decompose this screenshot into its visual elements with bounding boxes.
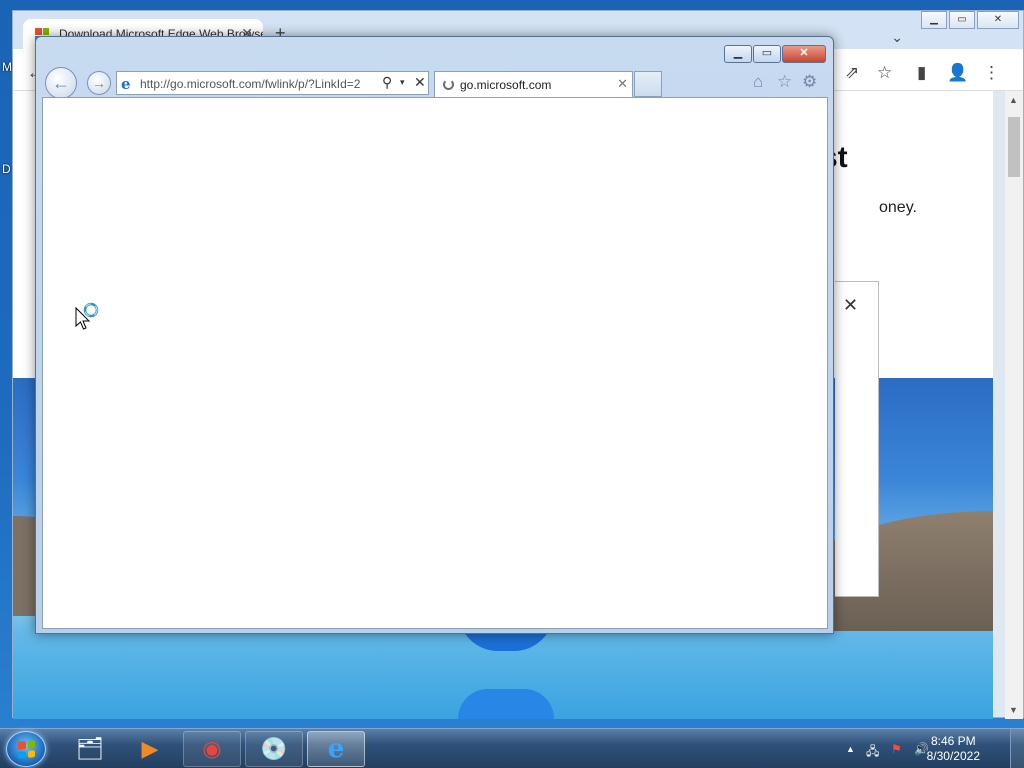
ie-maximize-button[interactable]: ▭ — [753, 45, 781, 63]
scroll-up-icon[interactable]: ▲ — [1009, 95, 1018, 105]
ms-logo-red — [35, 28, 42, 35]
taskbar: 🗂 ▶ ◉ 💿 e ▲ 🖧 ⚑ 🔊 8:46 PM 8/30/2022 — [0, 728, 1024, 768]
ie-close-button[interactable]: ✕ — [782, 45, 826, 63]
ie-caption-buttons: ▁ ▭ ✕ — [723, 45, 826, 63]
chrome-close-button[interactable]: ✕ — [977, 11, 1019, 29]
chrome-icon: ◉ — [202, 736, 222, 761]
bookmark-star-icon[interactable]: ☆ — [877, 63, 892, 83]
taskbar-explorer-button[interactable]: 🗂 — [61, 731, 119, 767]
taskbar-chrome-button[interactable]: ◉ — [183, 731, 241, 767]
clock-date: 8/30/2022 — [926, 749, 980, 763]
busy-cursor-icon — [75, 302, 99, 330]
flag-green — [27, 740, 35, 749]
share-icon[interactable]: ⇗ — [845, 63, 859, 83]
ie-forward-button[interactable]: → — [87, 71, 111, 95]
chrome-tab-search-icon[interactable]: ⌄ — [891, 29, 903, 46]
desktop-label: M — [2, 60, 12, 74]
show-hidden-icons-arrow-icon[interactable]: ▲ — [846, 744, 855, 754]
ie-new-tab-button[interactable] — [634, 71, 662, 97]
side-panel-icon[interactable]: ▮ — [917, 63, 926, 83]
windows-flag-icon — [18, 740, 35, 759]
chrome-maximize-button[interactable]: ▭ — [949, 11, 975, 29]
ms-logo-green — [42, 28, 49, 35]
ie-tab-title: go.microsoft.com — [460, 78, 552, 92]
internet-explorer-icon: e — [327, 734, 345, 764]
tools-gear-icon[interactable]: ⚙ — [802, 72, 817, 92]
ie-address-url[interactable]: http://go.microsoft.com/fwlink/p/?LinkId… — [140, 77, 380, 91]
flag-blue — [18, 750, 26, 759]
page-dialog — [835, 281, 879, 597]
network-icon[interactable]: 🖧 — [866, 742, 879, 763]
home-icon[interactable]: ⌂ — [753, 72, 763, 92]
ie-page-content — [42, 97, 828, 629]
profile-avatar-icon[interactable]: 👤 — [947, 63, 968, 83]
chrome-scrollbar[interactable]: ▲ ▼ — [1005, 91, 1023, 719]
ie-window[interactable]: ▁ ▭ ✕ ← → e http://go.microsoft.com/fwli… — [35, 36, 834, 634]
favorites-star-icon[interactable]: ☆ — [777, 72, 792, 92]
taskbar-media-player-button[interactable]: ▶ — [121, 731, 179, 767]
scroll-down-icon[interactable]: ▼ — [1009, 705, 1018, 715]
loading-spinner-icon — [443, 79, 454, 90]
edge-logo-reflection — [458, 689, 554, 719]
flag-yellow — [27, 749, 35, 758]
system-clock[interactable]: 8:46 PM 8/30/2022 — [927, 734, 980, 764]
dialog-close-icon[interactable]: ✕ — [843, 295, 858, 316]
desktop-label: D — [2, 162, 11, 176]
clock-time: 8:46 PM — [930, 734, 976, 748]
start-button[interactable] — [6, 731, 46, 767]
chrome-caption-buttons: ▁ ▭ ✕ — [919, 11, 1019, 29]
media-center-icon: 💿 — [260, 736, 288, 761]
media-player-icon: ▶ — [141, 736, 159, 761]
ie-back-button[interactable]: ← — [45, 67, 77, 99]
folder-icon: 🗂 — [76, 736, 104, 761]
flag-red — [18, 741, 26, 750]
ie-tab[interactable]: go.microsoft.com ✕ — [434, 71, 633, 97]
chrome-menu-icon[interactable]: ⋮ — [983, 63, 1000, 83]
scrollbar-thumb[interactable] — [1008, 117, 1020, 177]
body-text-fragment: oney. — [879, 199, 917, 216]
taskbar-ie-button[interactable]: e — [307, 731, 365, 767]
search-icon[interactable]: ⚲ — [382, 74, 392, 91]
stop-loading-icon[interactable]: ✕ — [414, 74, 426, 91]
address-dropdown-icon[interactable]: ▾ — [400, 77, 405, 88]
action-center-icon[interactable]: ⚑ — [891, 742, 902, 756]
taskbar-media-center-button[interactable]: 💿 — [245, 731, 303, 767]
ie-minimize-button[interactable]: ▁ — [724, 45, 752, 63]
ie-tab-close-icon[interactable]: ✕ — [617, 76, 628, 92]
show-desktop-button[interactable] — [1010, 729, 1024, 768]
chrome-minimize-button[interactable]: ▁ — [921, 11, 947, 29]
ie-favicon-icon: e — [121, 75, 131, 93]
ie-address-bar[interactable]: e http://go.microsoft.com/fwlink/p/?Link… — [116, 71, 429, 95]
